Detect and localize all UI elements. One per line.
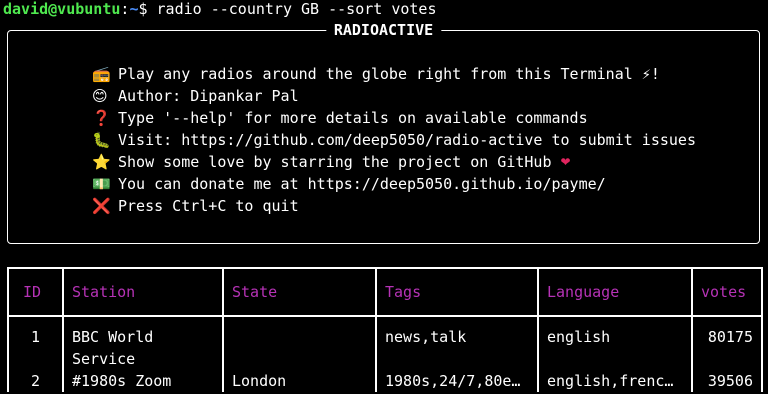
column-header-language: Language	[537, 268, 693, 316]
table-header-row: ID Station State Tags Language votes	[7, 268, 763, 316]
banner-line-text: Author: Dipankar Pal	[118, 87, 299, 105]
cell-state	[222, 316, 377, 370]
radio-icon: 📻	[92, 65, 111, 83]
banner-line: 😊 Author: Dipankar Pal	[92, 85, 696, 107]
banner-line: 💵 You can donate me at https://deep5050.g…	[92, 173, 696, 195]
cell-votes: 80175	[691, 316, 763, 370]
cell-language: english	[537, 316, 693, 370]
column-header-id: ID	[7, 268, 64, 316]
money-icon: 💵	[92, 175, 111, 193]
radioactive-banner: RADIOACTIVE 📻 Play any radios around the …	[7, 20, 760, 244]
bug-icon: 🐛	[92, 131, 111, 149]
cell-language: english,frenc…	[537, 370, 693, 392]
banner-line-text: Press Ctrl+C to quit	[118, 197, 299, 215]
banner-title: RADIOACTIVE	[325, 20, 442, 40]
cell-station: BBC World Service	[62, 316, 224, 370]
table-row: 2 #1980s Zoom London 1980s,24/7,80e… eng…	[7, 370, 763, 392]
banner-lines: 📻 Play any radios around the globe right …	[92, 63, 696, 217]
banner-line: 🐛 Visit: https://github.com/deep5050/radi…	[92, 129, 696, 151]
cell-state: London	[222, 370, 377, 392]
heart-icon: ❤	[560, 155, 571, 169]
banner-line-text: Type '--help' for more details on availa…	[118, 109, 588, 127]
column-header-tags: Tags	[375, 268, 539, 316]
cell-id: 1	[7, 316, 64, 370]
smile-icon: 😊	[92, 87, 108, 105]
prompt-user-host: david@vubuntu	[3, 0, 121, 18]
banner-line: ❌ Press Ctrl+C to quit	[92, 195, 696, 217]
cell-tags: 1980s,24/7,80e…	[375, 370, 539, 392]
column-header-state: State	[222, 268, 377, 316]
banner-line: 📻 Play any radios around the globe right …	[92, 63, 696, 85]
cell-tags: news,talk	[375, 316, 539, 370]
cell-station: #1980s Zoom	[62, 370, 224, 392]
banner-line: ⭐ Show some love by starring the project …	[92, 151, 696, 173]
cell-votes: 39506	[691, 370, 763, 392]
star-icon: ⭐	[92, 153, 111, 171]
banner-line-text: Play any radios around the globe right f…	[118, 65, 660, 83]
prompt-symbol: $	[138, 0, 148, 18]
cross-icon: ❌	[92, 197, 111, 215]
station-table: ID Station State Tags Language votes 1 B…	[7, 267, 763, 392]
banner-line-text: Show some love by starring the project o…	[118, 153, 552, 171]
question-icon: ❓	[92, 109, 111, 127]
banner-line: ❓ Type '--help' for more details on avail…	[92, 107, 696, 129]
column-header-votes: votes	[691, 268, 763, 316]
cell-id: 2	[7, 370, 64, 392]
command-text: radio --country GB --sort votes	[156, 0, 437, 18]
column-header-station: Station	[62, 268, 224, 316]
table-row: 1 BBC World Service news,talk english 80…	[7, 316, 763, 370]
banner-line-text: You can donate me at https://deep5050.gi…	[118, 175, 606, 193]
command-prompt: david@vubuntu:~$ radio --country GB --so…	[3, 0, 437, 18]
banner-line-text: Visit: https://github.com/deep5050/radio…	[118, 131, 696, 149]
